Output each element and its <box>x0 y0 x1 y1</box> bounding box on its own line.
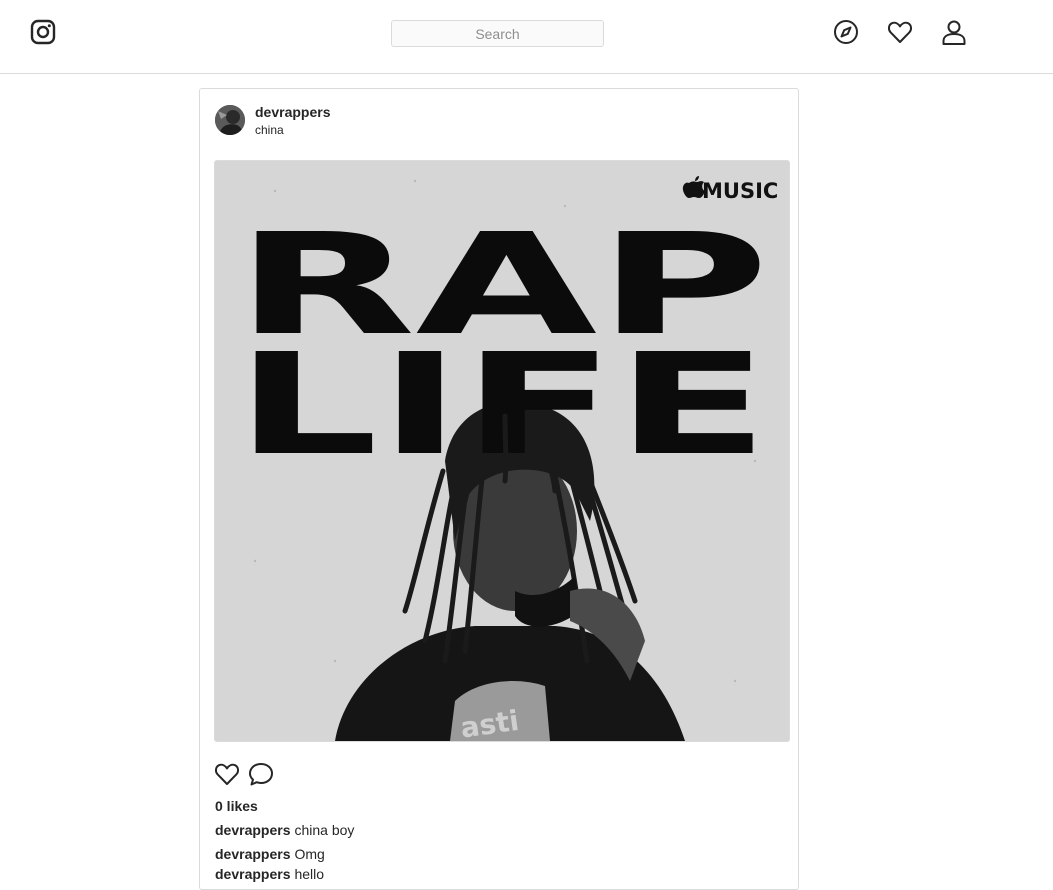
brand-text: MUSIC <box>702 179 778 203</box>
person-icon[interactable] <box>941 19 967 45</box>
comment-row: devrappers hello <box>215 866 324 882</box>
comment-row: devrappers Omg <box>215 846 325 862</box>
post-location[interactable]: china <box>255 123 284 137</box>
search-input[interactable] <box>391 20 604 47</box>
caption-text: china boy <box>294 822 355 838</box>
comment-username[interactable]: devrappers <box>215 846 290 862</box>
album-cover-image: MUSIC asti RAP LIFE <box>215 161 789 741</box>
post-image[interactable]: MUSIC asti RAP LIFE <box>214 160 790 742</box>
comment-username[interactable]: devrappers <box>215 866 290 882</box>
comment-text: Omg <box>294 846 325 862</box>
like-heart-icon[interactable] <box>214 761 240 787</box>
post-username[interactable]: devrappers <box>255 104 330 120</box>
avatar-image <box>215 105 245 135</box>
likes-count[interactable]: 0 likes <box>215 798 258 814</box>
heart-icon[interactable] <box>887 19 913 45</box>
feed-post: devrappers china MUSIC asti RAP LIFE 0 l… <box>199 88 799 890</box>
compass-icon[interactable] <box>833 19 859 45</box>
comment-bubble-icon[interactable] <box>248 761 274 787</box>
cover-title-line2: LIFE <box>235 324 769 487</box>
caption-username[interactable]: devrappers <box>215 822 290 838</box>
avatar[interactable] <box>215 105 245 135</box>
top-navigation-bar <box>0 0 1053 74</box>
instagram-logo-icon[interactable] <box>30 19 56 45</box>
comment-text: hello <box>294 866 325 882</box>
post-caption: devrappers china boy <box>215 822 354 838</box>
